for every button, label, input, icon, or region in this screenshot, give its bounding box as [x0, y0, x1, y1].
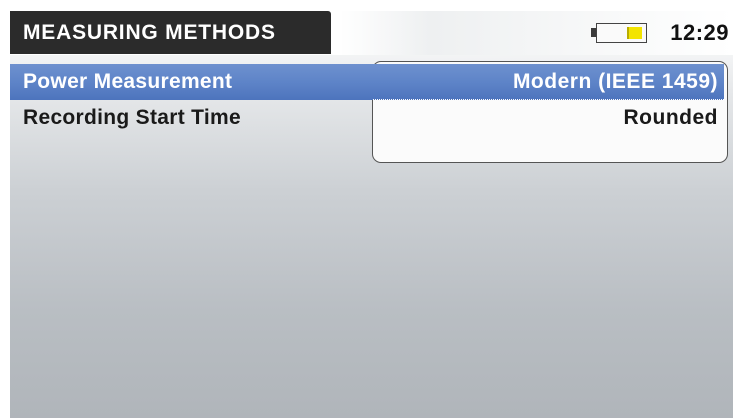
header-bar: MEASURING METHODS 12:29: [10, 11, 733, 55]
device-screen: MEASURING METHODS 12:29 Power Measuremen…: [10, 11, 733, 418]
title-box: MEASURING METHODS: [10, 11, 331, 54]
battery-icon: [591, 23, 647, 43]
clock-time: 12:29: [670, 20, 729, 45]
setting-row-recording-start-time[interactable]: Recording Start Time Rounded: [10, 100, 724, 136]
setting-value[interactable]: Rounded: [624, 100, 718, 136]
setting-label: Power Measurement: [23, 70, 233, 93]
setting-value[interactable]: Modern (IEEE 1459): [513, 64, 718, 100]
battery-level-fill: [627, 27, 642, 39]
setting-row-power-measurement[interactable]: Power Measurement Modern (IEEE 1459): [10, 64, 724, 100]
page-title: MEASURING METHODS: [23, 20, 276, 44]
battery-body: [596, 23, 647, 43]
setting-label: Recording Start Time: [23, 106, 241, 129]
